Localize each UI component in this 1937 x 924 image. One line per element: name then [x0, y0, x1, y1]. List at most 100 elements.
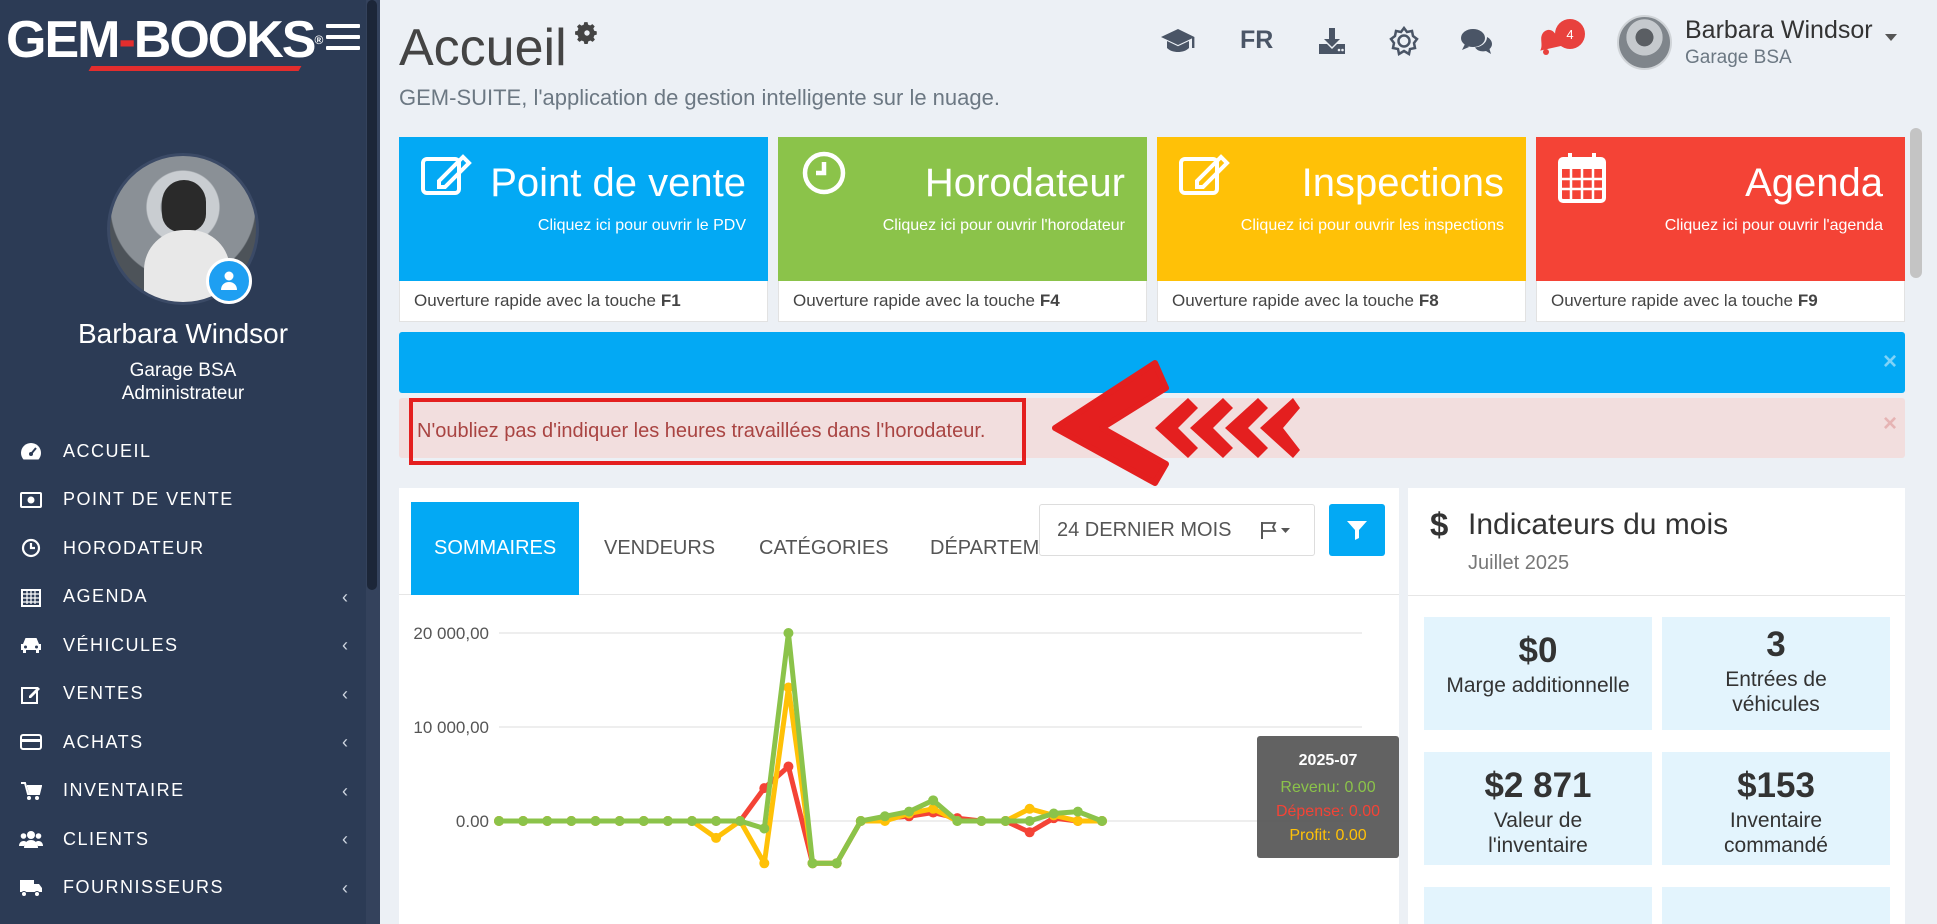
dollar-icon: $ [1430, 506, 1449, 543]
data-point[interactable] [711, 832, 722, 843]
data-point[interactable] [662, 816, 673, 826]
data-point[interactable] [735, 816, 746, 826]
notification-count-badge: 4 [1555, 19, 1585, 49]
tab-categories[interactable]: CATÉGORIES [759, 502, 889, 595]
tile-agenda[interactable]: Agenda Cliquez ici pour ouvrir l'agenda … [1536, 137, 1905, 322]
summary-line-chart: 20 000,00 10 000,00 0.00 [413, 624, 1362, 869]
clock-icon [19, 537, 43, 559]
close-icon[interactable]: × [1883, 410, 1897, 438]
data-point[interactable] [1000, 816, 1011, 826]
y-tick-label: 20 000,00 [413, 624, 489, 643]
tile-inspections[interactable]: Inspections Cliquez ici pour ouvrir les … [1157, 137, 1526, 322]
truck-icon [19, 877, 43, 899]
series-line-revenu [499, 630, 1103, 866]
data-point[interactable] [976, 816, 987, 826]
caret-down-icon[interactable] [1885, 34, 1897, 41]
indicator-card [1424, 887, 1652, 924]
data-point[interactable] [1072, 806, 1083, 817]
cart-icon [19, 780, 43, 802]
chevron-left-icon: ‹ [342, 586, 348, 607]
y-tick-label: 10 000,00 [413, 718, 489, 737]
data-point[interactable] [614, 816, 625, 826]
data-point[interactable] [855, 816, 866, 826]
settings-sun-icon[interactable] [1385, 24, 1423, 58]
user-badge-icon [206, 258, 252, 304]
sidebar-item-vehicules[interactable]: VÉHICULES ‹ [0, 621, 366, 670]
main-scrollbar-thumb[interactable] [1910, 128, 1922, 278]
data-point[interactable] [1072, 816, 1083, 826]
tile-point-de-vente[interactable]: Point de vente Cliquez ici pour ouvrir l… [399, 137, 768, 322]
chevron-left-icon: ‹ [342, 780, 348, 801]
page-subtitle: GEM-SUITE, l'application de gestion inte… [399, 85, 1000, 110]
data-point[interactable] [759, 823, 770, 834]
sidebar-item-achats[interactable]: ACHATS ‹ [0, 718, 366, 767]
data-point[interactable] [711, 816, 722, 826]
page-title: Accueil [399, 19, 567, 77]
hamburger-menu-icon[interactable] [326, 24, 360, 54]
data-point[interactable] [1024, 803, 1035, 814]
period-dropdown-button[interactable]: 24 DERNIER MOIS [1039, 504, 1315, 556]
user-company: Garage BSA [1685, 47, 1792, 68]
edit-icon [1179, 151, 1233, 202]
chevron-left-icon: ‹ [342, 877, 348, 898]
data-point[interactable] [494, 816, 504, 826]
profile-company: Garage BSA [129, 360, 237, 381]
edit-icon [19, 683, 43, 705]
user-avatar[interactable] [1617, 15, 1672, 70]
sidebar-item-inventaire[interactable]: INVENTAIRE ‹ [0, 767, 366, 816]
data-point[interactable] [783, 628, 794, 638]
data-point[interactable] [928, 795, 939, 806]
data-point[interactable] [831, 858, 842, 869]
graduation-cap-icon[interactable] [1159, 24, 1197, 58]
data-point[interactable] [518, 816, 529, 826]
language-selector[interactable]: FR [1240, 26, 1273, 55]
red-arrow-annotation-icon [1052, 360, 1300, 486]
calendar-icon [19, 586, 43, 608]
data-point[interactable] [759, 858, 770, 869]
sidebar: GEM-BOOKS® Barbara Windsor Garage BSA Ad… [0, 0, 380, 924]
user-name[interactable]: Barbara Windsor [1685, 16, 1873, 45]
tile-footer: Ouverture rapide avec la touche F4 [778, 281, 1147, 322]
filter-button[interactable] [1329, 504, 1385, 556]
sidebar-item-ventes[interactable]: VENTES ‹ [0, 670, 366, 719]
data-point[interactable] [566, 816, 577, 826]
data-point[interactable] [590, 816, 601, 826]
chat-icon[interactable] [1457, 24, 1495, 58]
data-point[interactable] [686, 816, 697, 826]
download-icon[interactable] [1313, 24, 1351, 58]
sidebar-item-point-de-vente[interactable]: POINT DE VENTE [0, 476, 366, 525]
close-icon[interactable]: × [1883, 348, 1897, 376]
data-point[interactable] [1097, 816, 1107, 826]
data-point[interactable] [879, 811, 890, 822]
data-point[interactable] [542, 816, 553, 826]
gear-icon[interactable] [574, 20, 600, 51]
edit-icon [421, 151, 475, 202]
sidebar-item-fournisseurs[interactable]: FOURNISSEURS ‹ [0, 864, 366, 913]
chevron-left-icon: ‹ [342, 683, 348, 704]
sidebar-item-accueil[interactable]: ACCUEIL [0, 427, 366, 476]
sidebar-item-clients[interactable]: CLIENTS ‹ [0, 815, 366, 864]
tab-sommaires[interactable]: SOMMAIRES [411, 502, 580, 595]
sidebar-scrollbar-thumb[interactable] [367, 0, 377, 590]
chevron-left-icon: ‹ [342, 829, 348, 849]
tab-vendeurs[interactable]: VENDEURS [604, 502, 715, 595]
gem-books-logo[interactable]: GEM-BOOKS® [6, 10, 323, 70]
data-point[interactable] [904, 806, 915, 817]
data-point[interactable] [1024, 827, 1035, 838]
profile-role: Administrateur [121, 383, 245, 404]
tile-header: Horodateur Cliquez ici pour ouvrir l'hor… [778, 137, 1147, 281]
data-point[interactable] [783, 761, 794, 772]
sidebar-item-horodateur[interactable]: HORODATEUR [0, 524, 366, 573]
tile-horodateur[interactable]: Horodateur Cliquez ici pour ouvrir l'hor… [778, 137, 1147, 322]
logo-underline [88, 66, 302, 71]
data-point[interactable] [807, 858, 818, 869]
tile-header: Inspections Cliquez ici pour ouvrir les … [1157, 137, 1526, 281]
tile-footer: Ouverture rapide avec la touche F9 [1536, 281, 1905, 322]
data-point[interactable] [1048, 808, 1059, 819]
chart-tooltip: 2025-07 Revenu: 0.00 Dépense: 0.00 Profi… [1257, 736, 1399, 858]
data-point[interactable] [1024, 816, 1035, 826]
sidebar-item-agenda[interactable]: AGENDA ‹ [0, 573, 366, 622]
data-point[interactable] [952, 816, 963, 826]
data-point[interactable] [638, 816, 649, 826]
summary-panel: SOMMAIRES VENDEURS CATÉGORIES DÉPARTEMEN… [399, 488, 1399, 924]
